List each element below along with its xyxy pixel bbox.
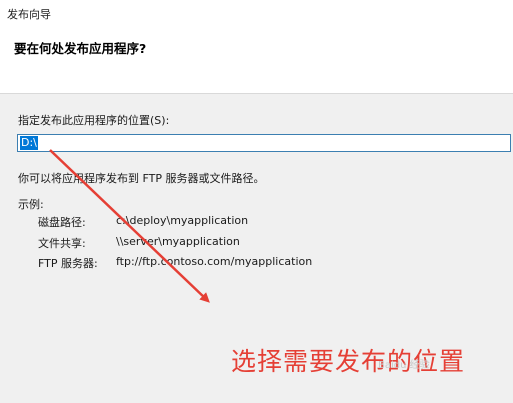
publish-wizard-window: 发布向导 要在何处发布应用程序? 指定发布此应用程序的位置(S): D:\ 你可… — [0, 0, 513, 403]
watermark-text: Baidu 经验 — [378, 360, 430, 371]
